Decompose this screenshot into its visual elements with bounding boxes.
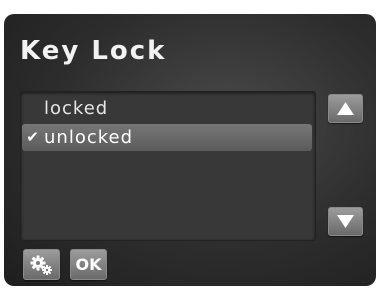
scroll-up-button[interactable] [328, 94, 363, 123]
option-list[interactable]: locked ✔ unlocked [20, 91, 316, 241]
scroll-down-button[interactable] [328, 207, 363, 236]
settings-button[interactable] [23, 249, 60, 280]
ok-button[interactable]: OK [70, 249, 107, 280]
check-icon: ✔ [26, 128, 40, 146]
triangle-down-icon [337, 215, 354, 228]
gears-icon [30, 255, 52, 275]
option-label: unlocked [44, 127, 134, 148]
list-item-locked[interactable]: locked [22, 95, 312, 122]
list-item-unlocked[interactable]: ✔ unlocked [22, 124, 312, 151]
triangle-up-icon [337, 102, 354, 115]
page-title: Key Lock [20, 36, 167, 66]
key-lock-screen: Key Lock locked ✔ unlocked OK [4, 14, 376, 286]
option-label: locked [44, 98, 109, 119]
